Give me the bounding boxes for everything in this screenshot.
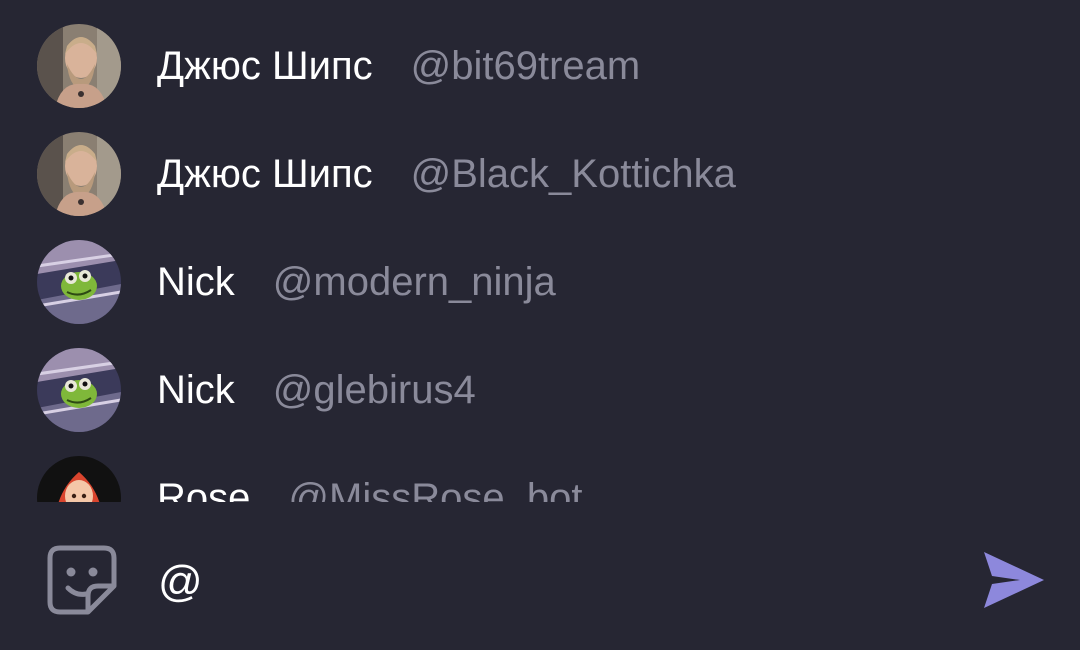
mention-suggestion-item[interactable]: Джюс Шипс @Black_Kottichka bbox=[0, 120, 1080, 228]
mention-suggestion-item[interactable]: Джюс Шипс @bit69tream bbox=[0, 12, 1080, 120]
message-input[interactable]: @ bbox=[158, 552, 918, 612]
bearded-man-avatar-icon bbox=[37, 24, 121, 108]
message-composer: @ bbox=[0, 502, 1080, 650]
display-name: Джюс Шипс bbox=[157, 43, 373, 88]
username: @modern_ninja bbox=[272, 259, 556, 304]
frog-puppet-avatar-icon bbox=[37, 348, 121, 432]
send-button[interactable] bbox=[980, 546, 1048, 614]
mention-suggestion-item[interactable]: Rose @MissRose_bot bbox=[0, 444, 1080, 502]
send-icon bbox=[984, 552, 1044, 608]
bearded-man-avatar-icon bbox=[37, 132, 121, 216]
avatar bbox=[37, 348, 121, 432]
username: @Black_Kottichka bbox=[410, 151, 736, 196]
display-name: Nick bbox=[157, 259, 235, 304]
sticker-button[interactable] bbox=[46, 544, 118, 616]
frog-puppet-avatar-icon bbox=[37, 240, 121, 324]
mention-suggestions-list: Джюс Шипс @bit69tream Джюс Шипс @Black_K… bbox=[0, 0, 1080, 502]
username: @bit69tream bbox=[410, 43, 641, 88]
avatar bbox=[37, 24, 121, 108]
mention-suggestion-item[interactable]: Nick @modern_ninja bbox=[0, 228, 1080, 336]
cartoon-girl-avatar-icon bbox=[37, 456, 121, 502]
display-name: Rose bbox=[157, 475, 251, 503]
username: @glebirus4 bbox=[272, 367, 476, 412]
mention-suggestion-item[interactable]: Nick @glebirus4 bbox=[0, 336, 1080, 444]
username: @MissRose_bot bbox=[288, 475, 583, 503]
avatar bbox=[37, 456, 121, 502]
sticker-icon bbox=[47, 545, 117, 615]
display-name: Джюс Шипс bbox=[157, 151, 373, 196]
avatar bbox=[37, 240, 121, 324]
avatar bbox=[37, 132, 121, 216]
display-name: Nick bbox=[157, 367, 235, 412]
